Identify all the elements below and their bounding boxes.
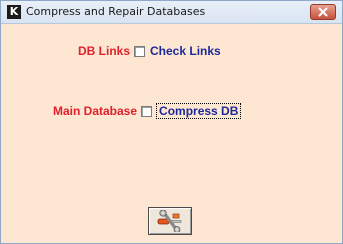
db-links-label: DB Links: [78, 44, 131, 58]
run-tools-button[interactable]: [148, 207, 192, 235]
window-title: Compress and Repair Databases: [26, 5, 206, 18]
main-database-label: Main Database: [53, 104, 138, 118]
close-icon: [318, 7, 328, 17]
check-links-label[interactable]: Check Links: [150, 44, 221, 58]
main-database-row: Main Database Compress DB: [53, 103, 242, 119]
check-links-checkbox[interactable]: [134, 45, 146, 57]
tools-icon: [157, 210, 182, 232]
compress-repair-dialog: K Compress and Repair Databases DB Links…: [0, 0, 343, 244]
title-bar[interactable]: K Compress and Repair Databases: [1, 1, 342, 24]
db-links-row: DB Links Check Links: [78, 44, 221, 58]
app-k-icon: K: [7, 5, 21, 19]
close-button[interactable]: [310, 4, 336, 20]
compress-db-checkbox[interactable]: [141, 105, 153, 117]
compress-db-label[interactable]: Compress DB: [156, 103, 242, 119]
